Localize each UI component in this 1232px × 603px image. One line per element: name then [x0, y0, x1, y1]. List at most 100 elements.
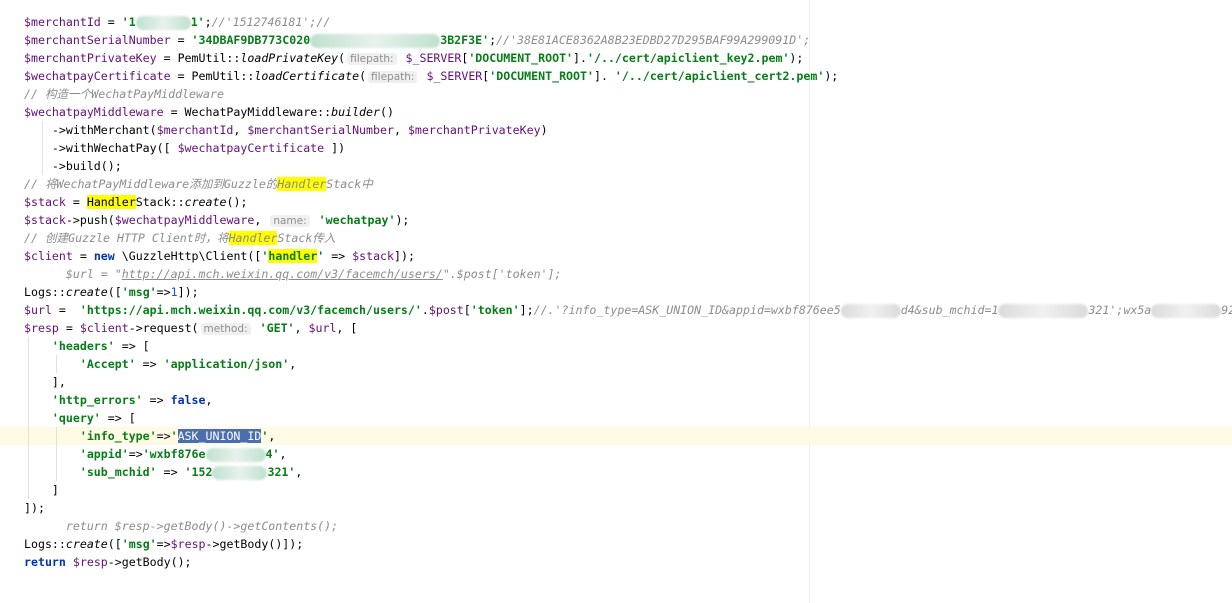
- code-token: ],: [24, 375, 66, 389]
- code-token: ): [540, 123, 548, 137]
- code-token: '/../cert/apiclient_cert2.pem': [614, 69, 825, 83]
- parameter-hint: method:: [200, 323, 251, 335]
- code-token: ->withMerchant(: [24, 123, 157, 137]
- code-line-content: // 构造一个WechatPayMiddleware: [24, 85, 224, 103]
- code-token: ]);: [177, 285, 199, 299]
- code-token: $merchantId: [156, 123, 234, 137]
- code-token: 321';wx5a: [1088, 303, 1152, 317]
- code-line-content: Logs::create(['msg'=>1]);: [24, 283, 199, 301]
- code-token: ': [170, 429, 178, 443]
- code-token: ;: [204, 15, 212, 29]
- code-token: ,: [279, 447, 287, 461]
- code-token: return $resp->getBody()->getContents();: [24, 519, 339, 533]
- code-line[interactable]: 'Accept' => 'application/json',: [0, 355, 1232, 373]
- code-token: 'wechatpay': [318, 213, 396, 227]
- code-line[interactable]: return $resp->getBody();: [0, 553, 1232, 571]
- code-line[interactable]: // 构造一个WechatPayMiddleware: [0, 85, 1232, 103]
- code-line[interactable]: 'appid'=>'wxbf876e 4',: [0, 445, 1232, 463]
- code-line-content: $stack->push($wechatpayMiddleware, name:…: [24, 211, 409, 230]
- code-line[interactable]: $url = 'https://api.mch.weixin.qq.com/v3…: [0, 301, 1232, 319]
- code-line[interactable]: ->build();: [0, 157, 1232, 175]
- code-token: 9272: [1221, 303, 1232, 317]
- code-line[interactable]: 'headers' => [: [0, 337, 1232, 355]
- code-token: $wechatpayMiddleware: [24, 105, 164, 119]
- code-token: loadPrivateKey: [240, 51, 339, 65]
- code-token: 'application/json': [163, 357, 290, 371]
- redaction-blur: [840, 303, 901, 318]
- code-token: (): [380, 105, 394, 119]
- code-token: =>: [142, 393, 171, 407]
- code-line[interactable]: $wechatpayMiddleware = WechatPayMiddlewa…: [0, 103, 1232, 121]
- code-token: Stack::: [135, 195, 185, 209]
- code-line[interactable]: $resp = $client->request(method: 'GET' , …: [0, 319, 1232, 337]
- code-line[interactable]: $stack = HandlerStack::create();: [0, 193, 1232, 211]
- code-token: 321': [267, 465, 296, 479]
- code-line[interactable]: $wechatpayCertificate = PemUtil::loadCer…: [0, 67, 1232, 85]
- code-token: ]): [324, 141, 346, 155]
- code-line-content: Logs::create(['msg'=>$resp->getBody()]);: [24, 535, 303, 553]
- code-token: =>: [324, 249, 353, 263]
- code-token: $stack: [352, 249, 395, 263]
- code-token: =: [100, 15, 122, 29]
- code-line[interactable]: $merchantSerialNumber = '34DBAF9DB773C02…: [0, 31, 1232, 49]
- code-line[interactable]: return $resp->getBody()->getContents();: [0, 517, 1232, 535]
- code-token: (: [338, 51, 346, 65]
- code-token: $wechatpayMiddleware: [114, 213, 255, 227]
- code-line[interactable]: // 将WechatPayMiddleware添加到Guzzle的Handler…: [0, 175, 1232, 193]
- code-line[interactable]: // 创建Guzzle HTTP Client时，将HandlerStack传入: [0, 229, 1232, 247]
- code-line-content: $stack = HandlerStack::create();: [24, 193, 247, 211]
- code-token: $stack: [24, 213, 66, 227]
- code-token: 1: [170, 285, 178, 299]
- code-line[interactable]: ->withWechatPay([ $wechatpayCertificate …: [0, 139, 1232, 157]
- code-line[interactable]: Logs::create(['msg'=>1]);: [0, 283, 1232, 301]
- code-line[interactable]: $merchantId = '1 1';//'1512746181';//: [0, 13, 1232, 31]
- code-line[interactable]: 'info_type'=>'ASK_UNION_ID',: [0, 427, 1232, 445]
- code-editor[interactable]: $merchantId = '1 1';//'1512746181';//$mer…: [0, 0, 1232, 603]
- code-line[interactable]: $url = "http://api.mch.weixin.qq.com/v3/…: [0, 265, 1232, 283]
- code-line-content: 'headers' => [: [24, 337, 150, 355]
- code-token: =>: [156, 465, 185, 479]
- code-line[interactable]: ],: [0, 373, 1232, 391]
- code-token: $url: [308, 321, 337, 335]
- code-line-content: 'Accept' => 'application/json',: [24, 355, 296, 373]
- code-token: $merchantId: [24, 15, 101, 29]
- code-token: ]: [24, 483, 59, 497]
- code-token: return: [24, 555, 66, 569]
- code-token: 'GET': [259, 321, 295, 335]
- code-token: 'token': [470, 303, 520, 317]
- code-token: $_SERVER: [405, 51, 462, 65]
- code-line[interactable]: Logs::create(['msg'=>$resp->getBody()]);: [0, 535, 1232, 553]
- code-token: ]);: [394, 249, 415, 263]
- code-token: $resp: [72, 555, 108, 569]
- code-line[interactable]: ]: [0, 481, 1232, 499]
- code-line[interactable]: $stack->push($wechatpayMiddleware, name:…: [0, 211, 1232, 229]
- code-token: 4': [265, 447, 280, 461]
- code-line[interactable]: 'query' => [: [0, 409, 1232, 427]
- code-token: Logs::: [24, 285, 66, 299]
- code-line[interactable]: $client = new \GuzzleHttp\Client(['handl…: [0, 247, 1232, 265]
- code-token: //.'?info_type=ASK_UNION_ID&appid=wxbf87…: [533, 303, 841, 317]
- code-line[interactable]: 'sub_mchid' => '152 321',: [0, 463, 1232, 481]
- code-line-content: ->withMerchant($merchantId, $merchantSer…: [24, 121, 548, 139]
- redaction-blur: [135, 15, 191, 30]
- code-token: ,: [295, 465, 303, 479]
- code-line[interactable]: ]);: [0, 499, 1232, 517]
- code-token: create: [65, 537, 108, 551]
- code-token: =>: [156, 285, 171, 299]
- code-line[interactable]: $merchantPrivateKey = PemUtil::loadPriva…: [0, 49, 1232, 67]
- code-line[interactable]: 'http_errors' => false,: [0, 391, 1232, 409]
- code-line[interactable]: ->withMerchant($merchantId, $merchantSer…: [0, 121, 1232, 139]
- code-token: 'Accept': [79, 357, 136, 371]
- code-token: 'http_errors': [51, 393, 143, 407]
- code-line-content: $merchantId = '1 1';//'1512746181';//: [24, 13, 330, 31]
- code-token: = WechatPayMiddleware::: [163, 105, 332, 119]
- code-token: ].: [593, 69, 615, 83]
- code-token: 'sub_mchid': [79, 465, 157, 479]
- code-token: //'1512746181';//: [211, 15, 331, 29]
- code-token: => [: [100, 411, 136, 425]
- code-token: '/../cert/apiclient_key2.pem': [587, 51, 790, 65]
- code-token: 'DOCUMENT_ROOT': [489, 69, 594, 83]
- code-token: ([: [107, 537, 122, 551]
